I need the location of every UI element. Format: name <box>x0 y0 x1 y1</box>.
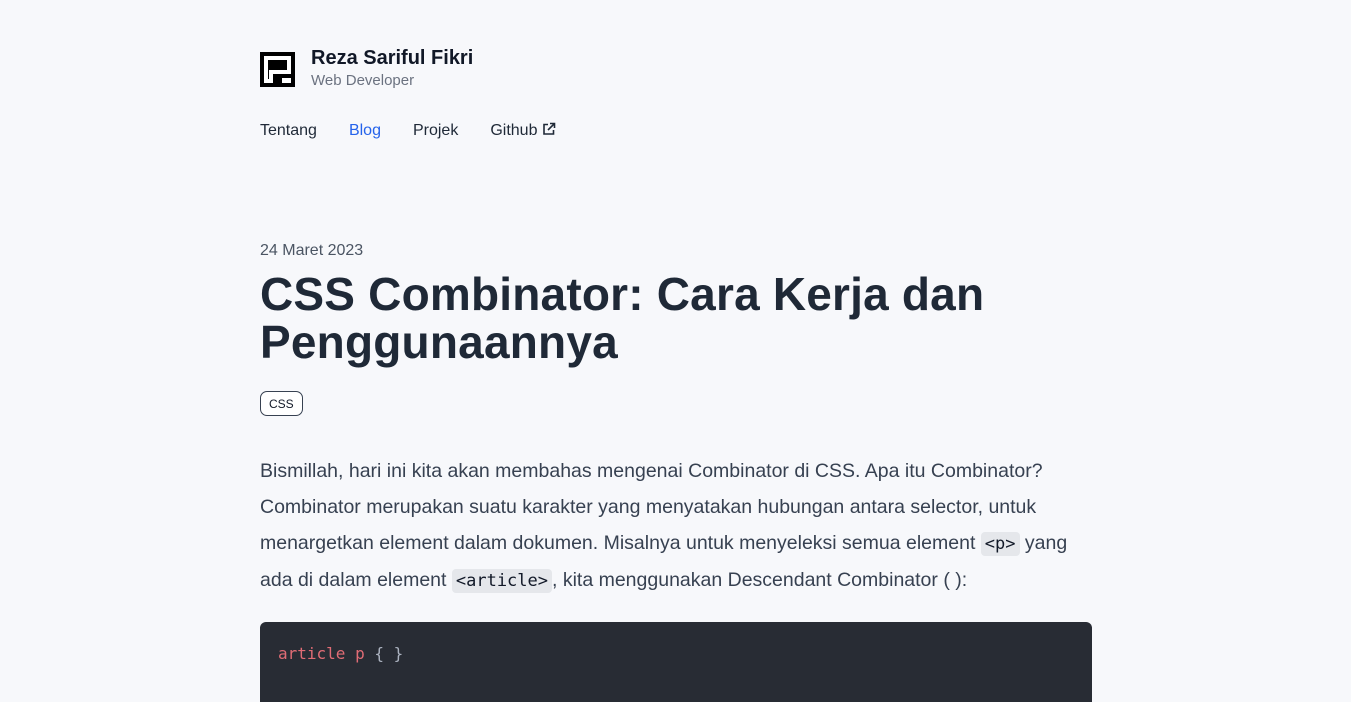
nav-link-github[interactable]: Github <box>490 121 556 141</box>
logo-icon <box>260 52 295 87</box>
site-name: Reza Sariful Fikri <box>311 47 474 69</box>
external-link-icon <box>543 122 556 135</box>
main-nav: Tentang Blog Projek Github <box>260 121 556 141</box>
inline-code-p: <p> <box>980 532 1020 556</box>
intro-text: Bismillah, hari ini kita akan membahas m… <box>260 460 1043 554</box>
nav-label: Github <box>490 122 538 139</box>
nav-link-tentang[interactable]: Tentang <box>260 121 317 141</box>
nav-label: Tentang <box>260 122 317 139</box>
nav-label: Projek <box>412 122 459 139</box>
nav-link-blog[interactable]: Blog <box>349 121 381 141</box>
code-selector: article p <box>278 644 365 663</box>
post-intro: Bismillah, hari ini kita akan membahas m… <box>260 453 1092 599</box>
post-title: CSS Combinator: Cara Kerja dan Penggunaa… <box>260 268 985 368</box>
site-role: Web Developer <box>311 72 415 89</box>
site-brand[interactable]: Reza Sariful Fikri Web Developer <box>260 47 473 91</box>
intro-text: , kita menggunakan Descendant Combinator… <box>552 569 968 591</box>
nav-link-projek[interactable]: Projek <box>413 121 458 141</box>
inline-code-article: <article> <box>451 569 552 593</box>
code-block: article p { } <box>260 622 1092 702</box>
nav-label: Blog <box>348 122 381 139</box>
post-date: 24 Maret 2023 <box>260 242 364 259</box>
tag-css[interactable]: CSS <box>260 391 303 416</box>
code-braces: { } <box>364 644 404 663</box>
brand-text: Reza Sariful Fikri Web Developer <box>311 46 473 91</box>
